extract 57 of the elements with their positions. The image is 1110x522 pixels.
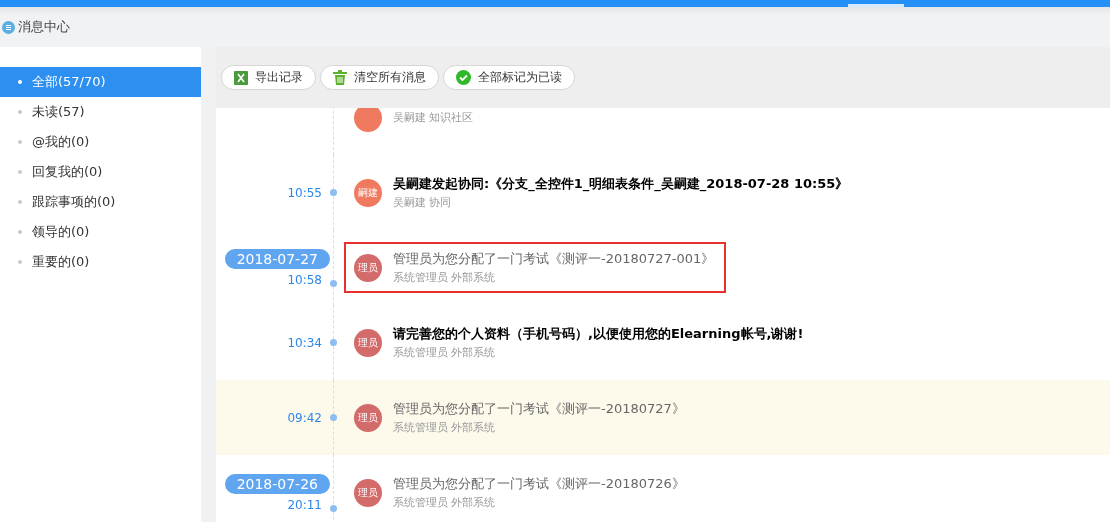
message-source: 吴嗣建 协同	[393, 195, 453, 210]
toolbar-button[interactable]: 全部标记为已读	[443, 65, 575, 90]
sidebar-item-label: 未读(57)	[32, 103, 85, 121]
date-badge: 2018-07-26	[224, 473, 330, 494]
spreadsheet-icon	[234, 70, 248, 85]
toolbar-button[interactable]: 导出记录	[221, 65, 316, 90]
message-title[interactable]: 吴嗣建发起协同:《分支_全控件1_明细表条件_吴嗣建_2018-07-28 10:55》	[393, 175, 849, 193]
message-time: 10:55	[287, 185, 322, 200]
bullet-icon	[18, 230, 22, 234]
message-source: 系统管理员 外部系统	[393, 345, 497, 360]
message-title[interactable]: 管理员为您分配了一门考试《测评一-20180727》	[393, 400, 685, 418]
message-time: 10:34	[287, 335, 322, 350]
list-icon	[2, 20, 15, 34]
bullet-icon	[18, 170, 22, 174]
timeline-dot	[330, 414, 337, 421]
sidebar-item-label: 回复我的(0)	[32, 163, 103, 181]
sidebar-item[interactable]: 重要的(0)	[0, 247, 201, 277]
sidebar-item[interactable]: 领导的(0)	[0, 217, 201, 247]
page-title: 消息中心	[18, 18, 70, 36]
timeline-dot	[330, 280, 337, 287]
bullet-icon	[18, 110, 22, 114]
bullet-icon	[18, 260, 22, 264]
message-title[interactable]: 管理员为您分配了一门考试《测评一-20180726》	[393, 475, 685, 493]
toolbar-button[interactable]: 清空所有消息	[320, 65, 439, 90]
avatar: 理员	[354, 478, 382, 507]
message-time: 09:42	[287, 410, 322, 425]
sidebar-item[interactable]: 跟踪事项的(0)	[0, 187, 201, 217]
avatar: 嗣建	[354, 178, 382, 207]
sidebar-item-label: 重要的(0)	[32, 253, 90, 271]
message-source: 系统管理员 外部系统	[393, 420, 497, 435]
timeline-dot	[330, 189, 337, 196]
message-source: 系统管理员 外部系统	[393, 270, 497, 285]
sidebar-item-label: @我的(0)	[32, 133, 90, 151]
sidebar-item[interactable]: 回复我的(0)	[0, 157, 201, 187]
avatar: 理员	[354, 253, 382, 282]
avatar: 理员	[354, 328, 382, 357]
message-time: 20:11	[287, 497, 322, 512]
timeline-dot	[330, 505, 337, 512]
avatar: 理员	[354, 403, 382, 432]
message-source: 吴嗣建 知识社区	[393, 110, 474, 125]
sidebar-item-label: 全部(57/70)	[32, 73, 106, 91]
top-tab[interactable]	[848, 4, 904, 7]
trash-icon	[333, 70, 347, 85]
bullet-icon	[18, 200, 22, 204]
message-title[interactable]: 请完善您的个人资料（手机号码）,以便使用您的Elearning帐号,谢谢!	[393, 325, 804, 343]
sidebar-item-label: 领导的(0)	[32, 223, 90, 241]
bullet-icon	[18, 80, 22, 84]
message-title[interactable]: 管理员为您分配了一门考试《测评一-20180727-001》	[393, 250, 715, 268]
message-time: 10:58	[287, 272, 322, 287]
bullet-icon	[18, 140, 22, 144]
check-icon	[456, 70, 471, 85]
message-source: 系统管理员 外部系统	[393, 495, 497, 510]
date-badge: 2018-07-27	[224, 248, 330, 269]
sidebar-item-label: 跟踪事项的(0)	[32, 193, 116, 211]
timeline-dot	[330, 339, 337, 346]
sidebar-item[interactable]: 未读(57)	[0, 97, 201, 127]
sidebar-item[interactable]: @我的(0)	[0, 127, 201, 157]
